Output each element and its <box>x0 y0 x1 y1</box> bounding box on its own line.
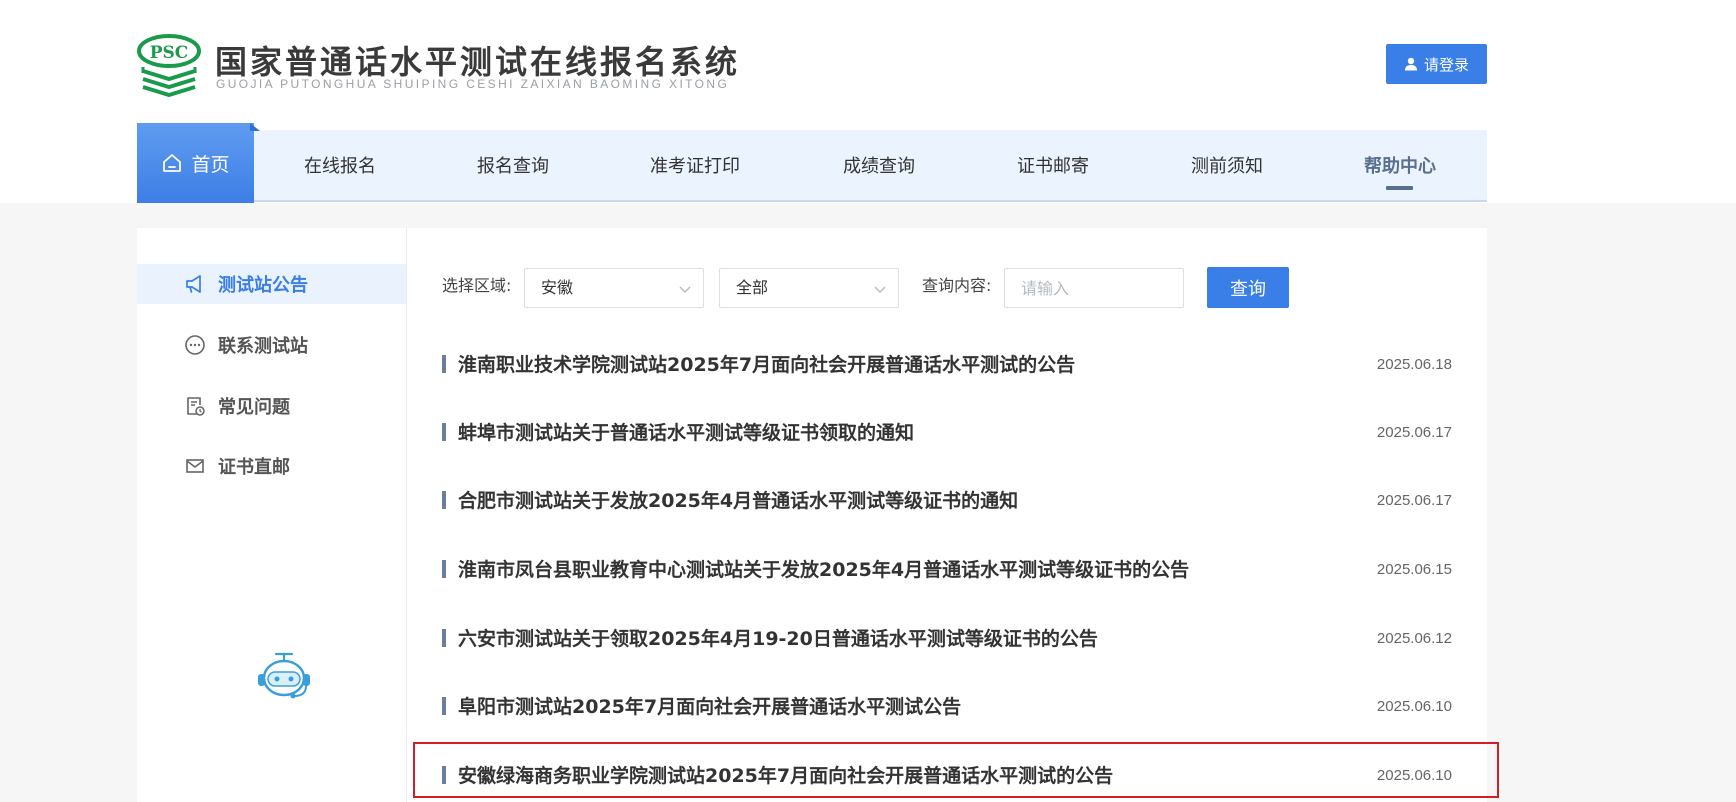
announcement-title[interactable]: 六安市测试站关于领取2025年4月19-20日普通话水平测试等级证书的公告 <box>458 619 1098 659</box>
list-item[interactable]: 合肥市测试站关于发放2025年4月普通话水平测试等级证书的通知 2025.06.… <box>442 481 1452 521</box>
announcement-title[interactable]: 淮南职业技术学院测试站2025年7月面向社会开展普通话水平测试的公告 <box>458 345 1075 385</box>
sidebar-item-label: 测试站公告 <box>218 275 308 296</box>
home-icon <box>163 154 182 172</box>
sidebar-item-label: 证书直邮 <box>218 457 290 478</box>
nav-registration-query[interactable]: 报名查询 <box>463 130 563 200</box>
announcement-date: 2025.06.17 <box>1376 492 1452 509</box>
list-marker <box>442 355 446 373</box>
query-button[interactable]: 查询 <box>1207 267 1289 308</box>
list-marker <box>442 697 446 715</box>
chat-bubble-icon <box>185 335 205 355</box>
query-label: 查询内容: <box>922 276 992 295</box>
user-icon <box>1404 57 1417 71</box>
megaphone-icon <box>186 275 201 293</box>
announcement-date: 2025.06.12 <box>1376 630 1452 647</box>
nav-online-registration[interactable]: 在线报名 <box>290 130 390 200</box>
list-item[interactable]: 淮南职业技术学院测试站2025年7月面向社会开展普通话水平测试的公告 2025.… <box>442 345 1452 385</box>
list-marker <box>442 766 446 784</box>
nav-score-query[interactable]: 成绩查询 <box>829 130 929 200</box>
sidebar-item-label: 联系测试站 <box>218 336 308 357</box>
category-select[interactable]: 全部 <box>719 268 899 308</box>
announcement-title[interactable]: 合肥市测试站关于发放2025年4月普通话水平测试等级证书的通知 <box>458 481 1018 521</box>
login-label: 请登录 <box>1423 55 1469 74</box>
announcement-title[interactable]: 阜阳市测试站2025年7月面向社会开展普通话水平测试公告 <box>458 687 961 727</box>
announcement-title[interactable]: 淮南市凤台县职业教育中心测试站关于发放2025年4月普通话水平测试等级证书的公告 <box>458 550 1189 590</box>
site-subtitle: GUOJIA PUTONGHUA SHUIPING CESHI ZAIXIAN … <box>216 77 730 91</box>
envelope-icon <box>186 459 204 473</box>
category-select-value: 全部 <box>736 278 769 297</box>
nav-admission-ticket[interactable]: 准考证打印 <box>640 130 750 200</box>
document-clock-icon <box>187 397 205 416</box>
region-select-value: 安徽 <box>541 278 574 297</box>
sidebar-item-faq[interactable]: 常见问题 <box>137 386 406 426</box>
sidebar-item-cert-mail[interactable]: 证书直邮 <box>137 446 406 486</box>
list-marker <box>442 491 446 509</box>
list-item[interactable]: 安徽绿海商务职业学院测试站2025年7月面向社会开展普通话水平测试的公告 202… <box>442 756 1452 796</box>
list-item[interactable]: 阜阳市测试站2025年7月面向社会开展普通话水平测试公告 2025.06.10 <box>442 687 1452 727</box>
sidebar-item-contact[interactable]: 联系测试站 <box>137 325 406 365</box>
list-marker <box>442 423 446 441</box>
query-input[interactable] <box>1004 268 1184 308</box>
nav-certificate-mail[interactable]: 证书邮寄 <box>1003 130 1103 200</box>
nav-home-corner <box>250 123 260 131</box>
announcement-date: 2025.06.10 <box>1376 767 1452 784</box>
list-item[interactable]: 淮南市凤台县职业教育中心测试站关于发放2025年4月普通话水平测试等级证书的公告… <box>442 550 1452 590</box>
chevron-down-icon <box>874 286 886 293</box>
robot-assistant-icon[interactable] <box>254 650 314 702</box>
svg-text:PSC: PSC <box>150 43 189 63</box>
list-marker <box>442 560 446 578</box>
announcement-date: 2025.06.15 <box>1376 561 1452 578</box>
announcement-date: 2025.06.18 <box>1376 356 1452 373</box>
announcement-title[interactable]: 安徽绿海商务职业学院测试站2025年7月面向社会开展普通话水平测试的公告 <box>458 756 1113 796</box>
sidebar-item-announcements[interactable]: 测试站公告 <box>137 264 406 304</box>
nav-home-label: 首页 <box>191 153 230 176</box>
chevron-down-icon <box>679 286 691 293</box>
nav-active-indicator <box>1386 186 1413 190</box>
list-item[interactable]: 蚌埠市测试站关于普通话水平测试等级证书领取的通知 2025.06.17 <box>442 413 1452 453</box>
sidebar: 测试站公告 联系测试站 常见问题 证书直邮 <box>137 228 407 802</box>
site-logo[interactable]: PSC 国家普通话水平测试在线报名系统 GUOJIA PUTONGHUA SHU… <box>137 33 737 97</box>
region-label: 选择区域: <box>442 276 512 295</box>
psc-logo-icon: PSC <box>137 34 201 97</box>
nav-home[interactable]: 首页 <box>137 123 254 203</box>
announcement-date: 2025.06.17 <box>1376 424 1452 441</box>
sidebar-item-label: 常见问题 <box>218 397 290 418</box>
login-button[interactable]: 请登录 <box>1386 44 1487 84</box>
announcement-date: 2025.06.10 <box>1376 698 1452 715</box>
list-item[interactable]: 六安市测试站关于领取2025年4月19-20日普通话水平测试等级证书的公告 20… <box>442 619 1452 659</box>
nav-pretest-notice[interactable]: 测前须知 <box>1177 130 1277 200</box>
region-select[interactable]: 安徽 <box>524 268 704 308</box>
announcement-title[interactable]: 蚌埠市测试站关于普通话水平测试等级证书领取的通知 <box>458 413 914 453</box>
list-marker <box>442 629 446 647</box>
